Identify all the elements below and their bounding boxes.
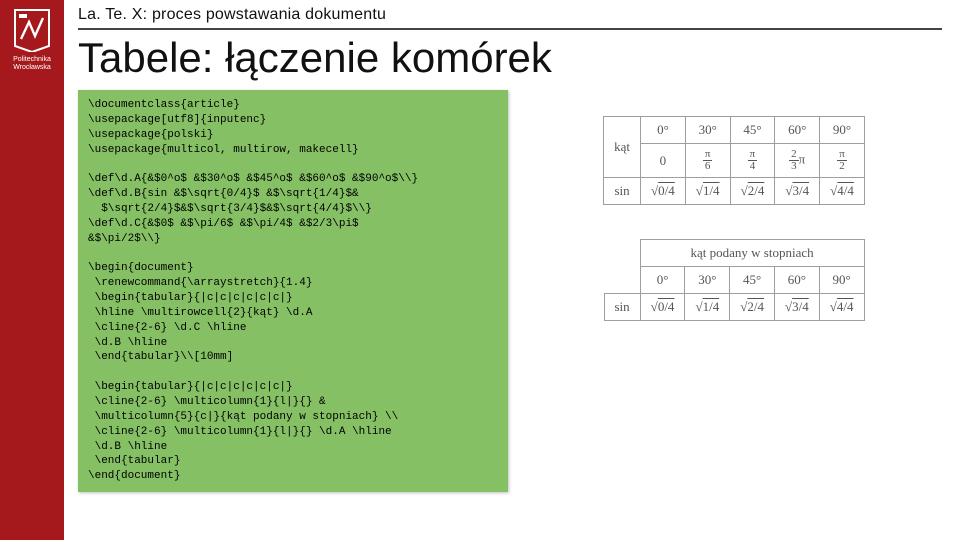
table-row: 0° 30° 45° 60° 90°: [604, 267, 864, 294]
cell: 45°: [730, 267, 775, 294]
cell: √2/4: [730, 294, 775, 321]
rowhead-sin: sin: [604, 294, 640, 321]
table-2: kąt podany w stopniach 0° 30° 45° 60° 90…: [604, 239, 865, 321]
cell: 45°: [730, 117, 775, 144]
table-row: kąt podany w stopniach: [604, 240, 864, 267]
cell: √3/4: [775, 178, 820, 205]
cell: π6: [685, 144, 730, 178]
sidebar: Politechnika Wrocławska: [0, 0, 64, 540]
cell: 23π: [775, 144, 820, 178]
cell: 90°: [819, 267, 864, 294]
rowhead-kat: kąt: [604, 117, 641, 178]
university-logo-icon: [9, 6, 55, 52]
val: 0: [660, 153, 667, 168]
cell: 60°: [774, 267, 819, 294]
table-row: 0 π6 π4 23π π2: [604, 144, 865, 178]
table-1: kąt 0° 30° 45° 60° 90° 0 π6 π4 23π π2: [603, 116, 865, 205]
cell: 0°: [641, 117, 686, 144]
cell: √0/4: [640, 294, 685, 321]
cell: 0: [641, 144, 686, 178]
cell: π2: [820, 144, 865, 178]
cell: √0/4: [641, 178, 686, 205]
cell: π4: [730, 144, 775, 178]
cell: 60°: [775, 117, 820, 144]
empty-cell: [604, 267, 640, 294]
header-span: kąt podany w stopniach: [640, 240, 864, 267]
empty-cell: [604, 240, 640, 267]
table-row: sin √0/4 √1/4 √2/4 √3/4 √4/4: [604, 294, 864, 321]
slide: Politechnika Wrocławska La. Te. X: proce…: [0, 0, 960, 540]
cell: 30°: [685, 267, 730, 294]
cell: √4/4: [820, 178, 865, 205]
cell: √3/4: [774, 294, 819, 321]
breadcrumb: La. Te. X: proces powstawania dokumentu: [78, 6, 942, 30]
cell: √1/4: [685, 178, 730, 205]
cell: 30°: [685, 117, 730, 144]
cell: √4/4: [819, 294, 864, 321]
cell: 0°: [640, 267, 685, 294]
table-row: kąt 0° 30° 45° 60° 90°: [604, 117, 865, 144]
cell: √1/4: [685, 294, 730, 321]
cell: √2/4: [730, 178, 775, 205]
cell: 90°: [820, 117, 865, 144]
rowhead-sin: sin: [604, 178, 641, 205]
latex-code-block: \documentclass{article} \usepackage[utf8…: [78, 90, 508, 492]
logo-caption: Politechnika Wrocławska: [0, 56, 64, 71]
table-row: sin √0/4 √1/4 √2/4 √3/4 √4/4: [604, 178, 865, 205]
page-title: Tabele: łączenie komórek: [78, 36, 942, 80]
main-content: La. Te. X: proces powstawania dokumentu …: [64, 0, 960, 540]
body-row: \documentclass{article} \usepackage[utf8…: [78, 90, 942, 492]
rendered-output: kąt 0° 30° 45° 60° 90° 0 π6 π4 23π π2: [526, 90, 942, 355]
